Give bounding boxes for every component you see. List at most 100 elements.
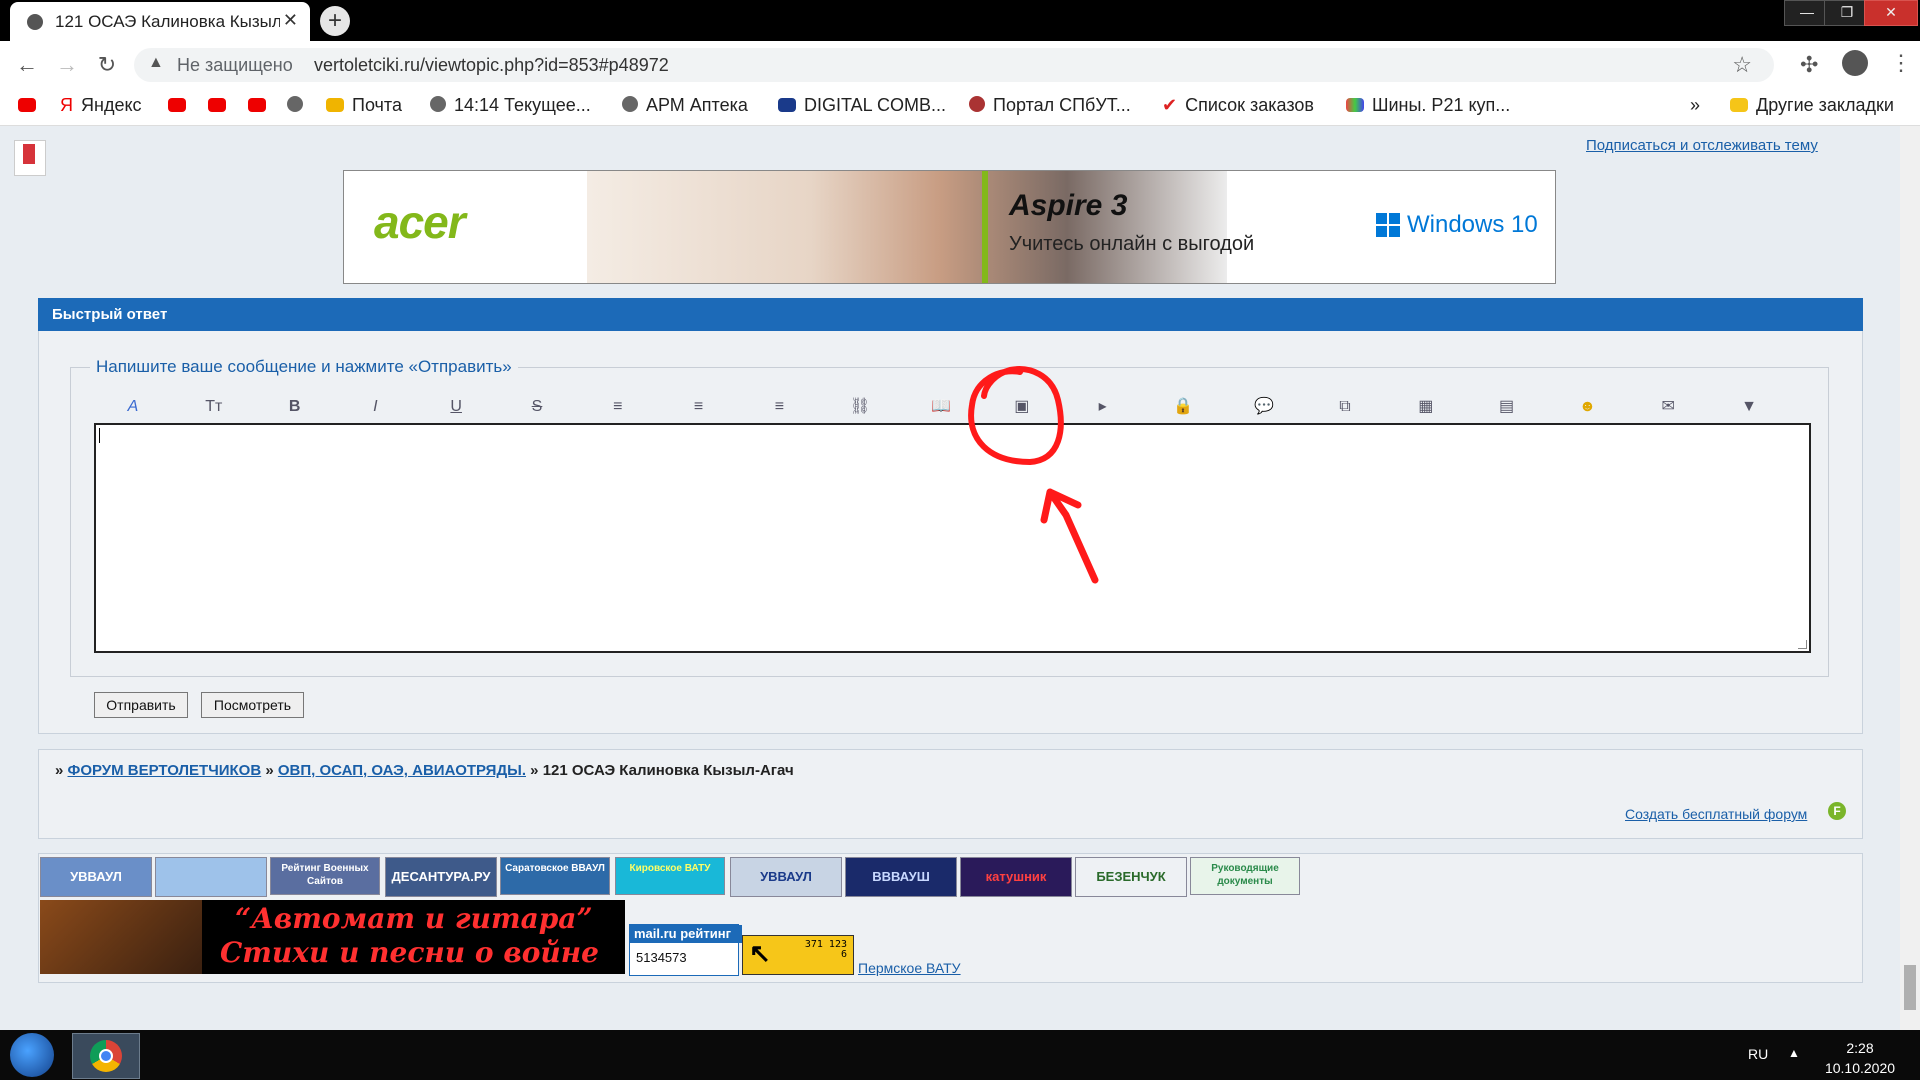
extensions-icon[interactable]: ✣: [1800, 52, 1818, 78]
rating-banner[interactable]: Рейтинг Военных Сайтов: [270, 857, 380, 895]
quote-icon[interactable]: 💬: [1251, 394, 1277, 420]
bookmark-mail[interactable]: Почта: [326, 92, 402, 118]
desantura-banner[interactable]: ДЕСАНТУРА.РУ: [385, 857, 497, 897]
tab-close-icon[interactable]: ✕: [283, 10, 298, 31]
lock-icon[interactable]: 🔒: [1170, 394, 1196, 420]
clock-date: 10.10.2020: [1824, 1060, 1896, 1076]
submit-button[interactable]: Отправить: [94, 692, 188, 718]
table-icon[interactable]: ▤: [1494, 394, 1520, 420]
clock-time: 2:28: [1846, 1040, 1874, 1056]
perm-vatu-link[interactable]: Пермское ВАТУ: [858, 960, 961, 976]
uvvaul-banner[interactable]: УВВАУЛ: [40, 857, 152, 897]
breadcrumb-topic: 121 ОСАЭ Калиновка Кызыл-Агач: [542, 762, 794, 779]
acer-ad-banner[interactable]: acer Aspire 3 Учитесь онлайн с выгодой W…: [343, 170, 1556, 284]
free-forum-icon[interactable]: F: [1828, 802, 1846, 820]
back-icon[interactable]: ←: [12, 50, 42, 80]
katushnik-banner[interactable]: катушник: [960, 857, 1072, 897]
language-indicator[interactable]: RU: [1748, 1046, 1768, 1062]
more-dropdown-icon[interactable]: ▼: [1736, 394, 1762, 420]
code-icon[interactable]: ⧉: [1332, 394, 1358, 420]
subscribe-link[interactable]: Подписаться и отслеживать тему: [1586, 137, 1818, 154]
tray-arrow-icon[interactable]: ▲: [1788, 1046, 1800, 1060]
gitar-banner[interactable]: “Автомат и гитара” Стихи и песни о войне: [40, 900, 625, 974]
new-tab-button[interactable]: +: [320, 6, 350, 36]
mail-icon[interactable]: ✉: [1655, 394, 1681, 420]
scrollbar[interactable]: [1900, 126, 1920, 1030]
url-text[interactable]: vertoletciki.ru/viewtopic.php?id=853#p48…: [314, 55, 669, 76]
link-icon[interactable]: ⛓: [847, 394, 873, 420]
breadcrumb-forum[interactable]: ФОРУМ ВЕРТОЛЕТЧИКОВ: [68, 762, 262, 779]
bookmark-arm-apteka[interactable]: АРМ Аптека: [622, 92, 748, 118]
italic-icon[interactable]: I: [362, 394, 388, 420]
font-size-icon[interactable]: Tт: [201, 394, 227, 420]
tab-title: 121 ОСАЭ Калиновка Кызыл-Агач: [55, 12, 280, 31]
saratov-banner[interactable]: Саратовское ВВАУЛ: [500, 857, 610, 895]
bezenchuk-banner[interactable]: БЕЗЕНЧУК: [1075, 857, 1187, 897]
ad-photo: [587, 171, 1227, 283]
close-window-button[interactable]: ✕: [1864, 0, 1918, 26]
clock[interactable]: 2:28 10.10.2020: [1820, 1038, 1900, 1078]
align-center-icon[interactable]: ≡: [686, 394, 712, 420]
align-right-icon[interactable]: ≡: [766, 394, 792, 420]
breadcrumb: » ФОРУМ ВЕРТОЛЕТЧИКОВ » ОВП, ОСАП, ОАЭ, …: [55, 762, 794, 779]
gitar-line1: “Автомат и гитара”: [235, 902, 593, 935]
image-icon[interactable]: ▣: [1009, 394, 1035, 420]
quick-reply-title: Быстрый ответ: [52, 306, 168, 323]
reload-icon[interactable]: ↻: [92, 50, 122, 80]
bookmark-current[interactable]: 14:14 Текущее...: [430, 92, 591, 118]
video-icon[interactable]: ▸: [1090, 394, 1116, 420]
start-button[interactable]: [10, 1033, 54, 1077]
bookmark-ribbon-icon[interactable]: [14, 140, 46, 176]
mailru-count: 5134573: [636, 950, 687, 965]
more-bookmarks-button[interactable]: »: [1690, 92, 1700, 118]
bookmark-yandex[interactable]: Я Яндекс: [60, 92, 142, 118]
star-icon[interactable]: ☆: [1732, 52, 1752, 78]
arrow-icon: ↖: [749, 938, 771, 968]
youtube-icon[interactable]: [168, 92, 194, 118]
bold-icon[interactable]: B: [282, 394, 308, 420]
forward-icon[interactable]: →: [52, 50, 82, 80]
ad-tagline: Учитесь онлайн с выгодой: [1009, 233, 1255, 255]
windows-taskbar: [0, 1030, 1920, 1080]
preview-button[interactable]: Посмотреть: [201, 692, 304, 718]
mailru-counter[interactable]: mail.ru рейтинг 5134573: [629, 924, 742, 976]
color-palette-icon[interactable]: ▦: [1413, 394, 1439, 420]
globe-icon[interactable]: [287, 92, 311, 118]
yellow-counter[interactable]: ↖ 371 123 6: [742, 935, 854, 975]
youtube-icon[interactable]: [208, 92, 234, 118]
youtube-icon[interactable]: [248, 92, 274, 118]
bookmark-digital[interactable]: DIGITAL COMB...: [778, 92, 946, 118]
bookmark-tires[interactable]: Шины. P21 куп...: [1346, 92, 1510, 118]
profile-icon[interactable]: [1842, 50, 1868, 76]
not-secure-label: Не защищено: [177, 55, 293, 75]
menu-icon[interactable]: ⋮: [1890, 50, 1912, 76]
breadcrumb-section[interactable]: ОВП, ОСАП, ОАЭ, АВИАОТРЯДЫ.: [278, 762, 526, 779]
strikethrough-icon[interactable]: S: [524, 394, 550, 420]
smiley-icon[interactable]: ☻: [1574, 394, 1600, 420]
ad-product: Aspire 3: [1009, 189, 1128, 222]
omnibox[interactable]: ▲ Не защищено vertoletciki.ru/viewtopic.…: [134, 48, 1774, 82]
message-textarea[interactable]: [94, 423, 1811, 653]
mailru-label: mail.ru рейтинг: [630, 925, 742, 943]
vvvaush-banner[interactable]: ВВВАУШ: [845, 857, 957, 897]
uvvaul-2-banner[interactable]: УВВАУЛ: [730, 857, 842, 897]
align-left-icon[interactable]: ≡: [605, 394, 631, 420]
bookmark-orders[interactable]: ✔ Список заказов: [1162, 92, 1314, 118]
bookmark-portal[interactable]: Портал СПбУТ...: [969, 92, 1131, 118]
gitar-line2: Стихи и песни о войне: [220, 936, 599, 969]
other-bookmarks[interactable]: Другие закладки: [1730, 92, 1894, 118]
underline-icon[interactable]: U: [443, 394, 469, 420]
book-icon[interactable]: 📖: [928, 394, 954, 420]
resize-handle[interactable]: [1798, 640, 1807, 649]
browser-tab[interactable]: 121 ОСАЭ Калиновка Кызыл-Агач ✕: [10, 2, 310, 41]
docs-banner[interactable]: Руководящие документы: [1190, 857, 1300, 895]
aircraft-banner[interactable]: [155, 857, 267, 897]
font-color-icon[interactable]: A: [120, 394, 146, 420]
guitar-image: [40, 900, 202, 974]
create-free-forum-link[interactable]: Создать бесплатный форум: [1625, 806, 1807, 822]
youtube-icon[interactable]: [18, 92, 44, 118]
chrome-icon: [90, 1040, 122, 1072]
scrollbar-thumb[interactable]: [1904, 965, 1916, 1010]
kirov-banner[interactable]: Кировское ВАТУ: [615, 857, 725, 895]
chrome-taskbar-button[interactable]: [72, 1033, 140, 1079]
